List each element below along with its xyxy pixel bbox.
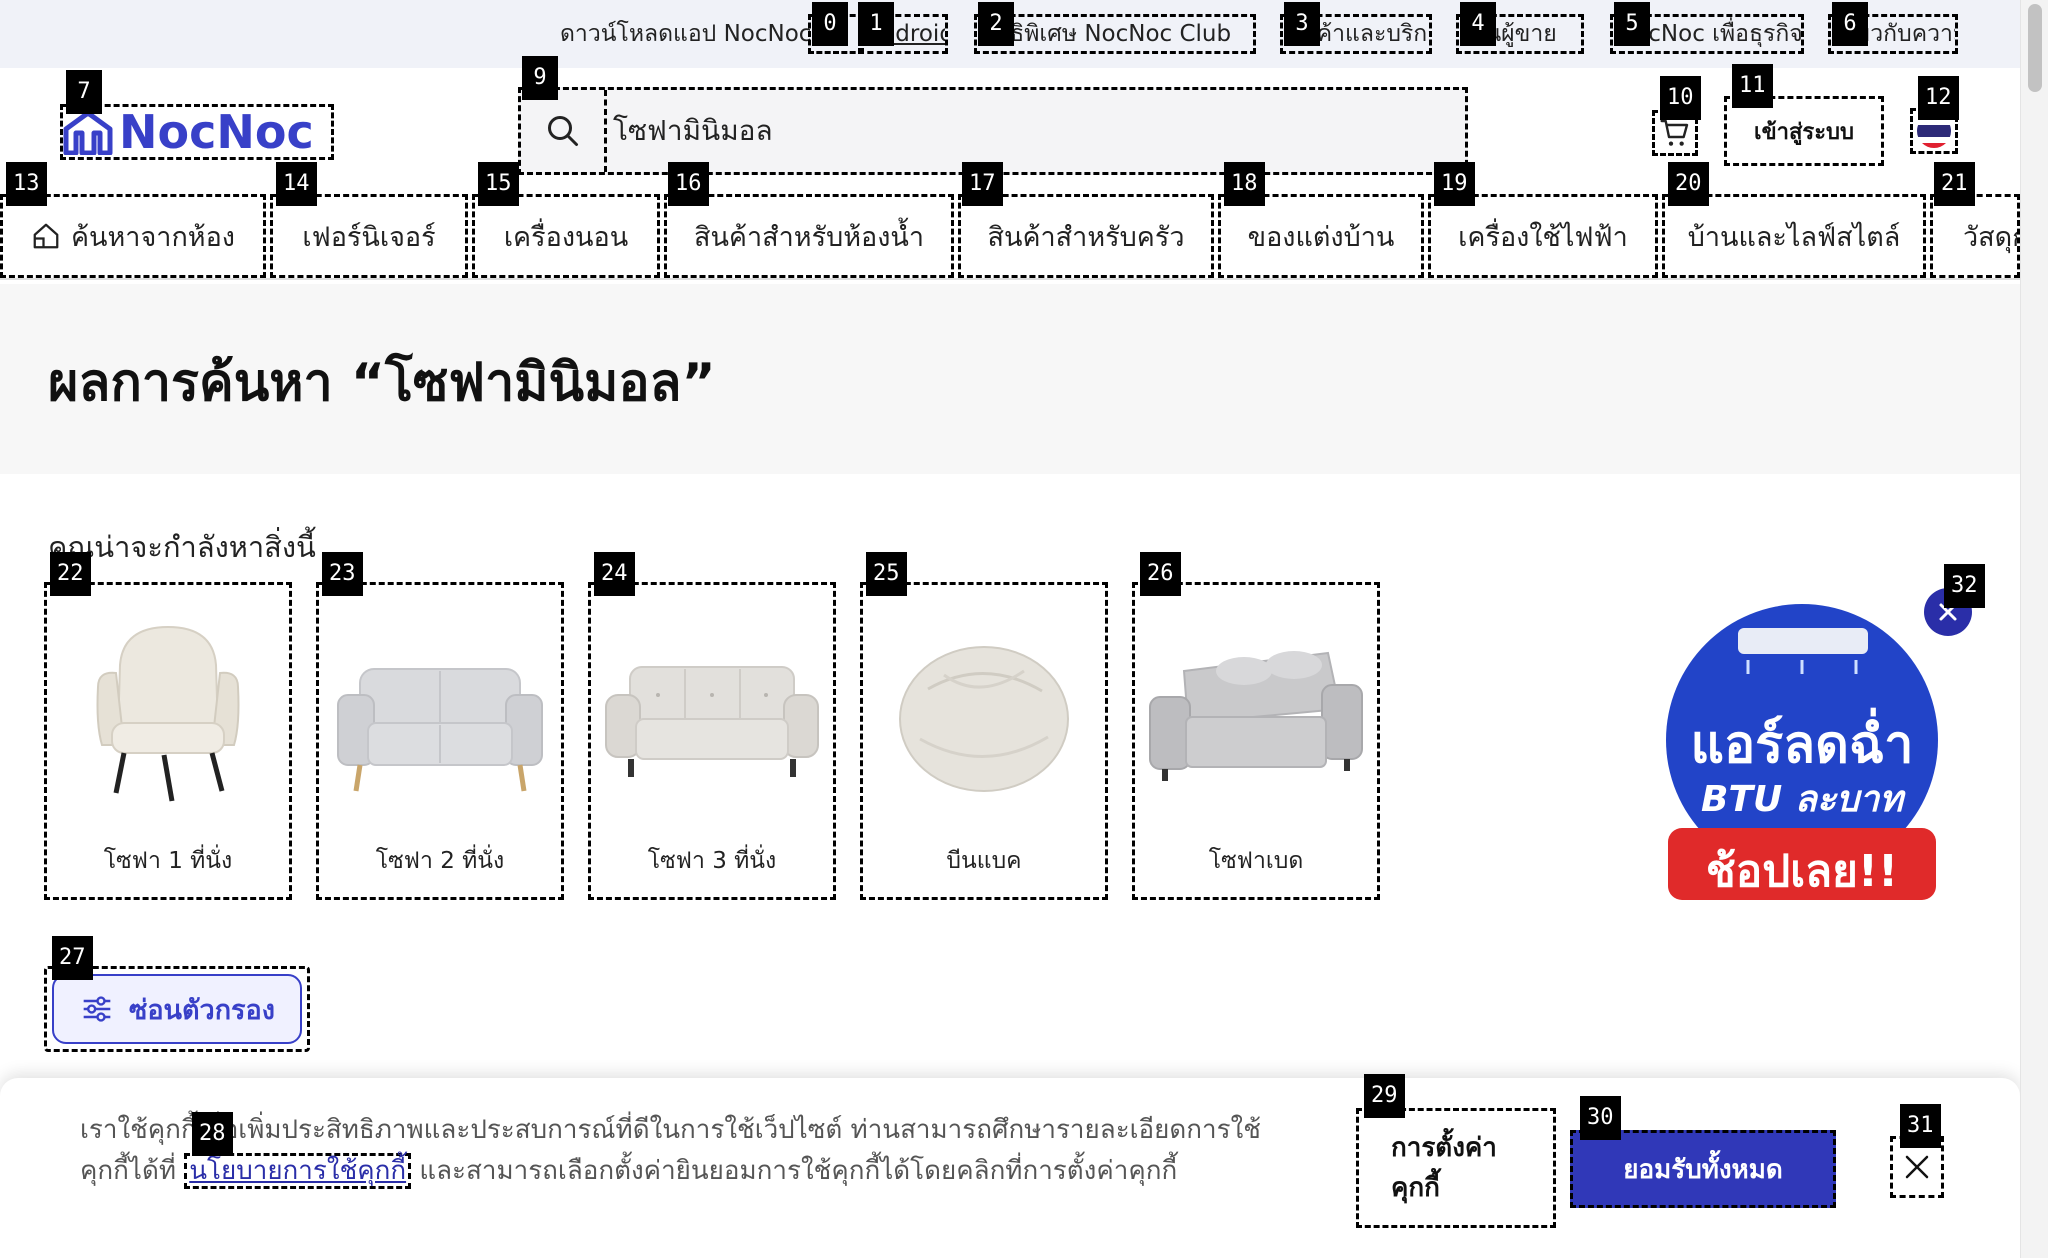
marker: 4	[1460, 2, 1496, 46]
marker: 13	[6, 162, 47, 206]
marker: 11	[1732, 64, 1773, 108]
suggestion-label: โซฟา 3 ที่นั่ง	[591, 825, 833, 897]
marker: 14	[276, 162, 317, 206]
suggestion-card-beanbag[interactable]: บีนแบค	[860, 582, 1108, 900]
category-appliances[interactable]: เครื่องใช้ไฟฟ้า	[1428, 194, 1658, 278]
marker: 32	[1944, 564, 1985, 608]
suggestion-card-sofa-bed[interactable]: โซฟาเบด	[1132, 582, 1380, 900]
category-shop-by-room[interactable]: ค้นหาจากห้อง	[0, 194, 266, 278]
promo-ad-cta: ช้อปเลย!!	[1705, 846, 1899, 897]
cookie-text-after: และสามารถเลือกตั้งค่ายินยอมการใช้คุกกี้ไ…	[411, 1156, 1178, 1186]
page-scrollbar[interactable]	[2020, 0, 2048, 1258]
armchair-image	[47, 585, 289, 825]
marker: 5	[1614, 2, 1650, 46]
cart-icon	[1660, 119, 1689, 146]
category-label: ของแต่งบ้าน	[1247, 221, 1395, 253]
room-house-icon	[33, 223, 59, 249]
category-label: วัสดุก่อสร้าง	[1963, 221, 2017, 253]
suggestion-label: โซฟา 1 ที่นั่ง	[47, 825, 289, 897]
close-icon	[1905, 1155, 1929, 1179]
category-bedding[interactable]: เครื่องนอน	[472, 194, 660, 278]
sofa-bed-image	[1135, 585, 1377, 825]
promo-ad-line2: BTU ละบาท	[1701, 779, 1903, 820]
logo-text: NocNoc	[119, 105, 314, 159]
scrollbar-thumb[interactable]	[2028, 4, 2042, 92]
cookie-message: เราใช้คุกกี้เพื่อเพิ่มประสิทธิภาพและประส…	[80, 1110, 1280, 1192]
category-bathroom[interactable]: สินค้าสำหรับห้องน้ำ	[664, 194, 954, 278]
category-label: บ้านและไลฟ์สไตล์	[1687, 221, 1901, 253]
cookie-policy-link[interactable]: นโยบายการใช้คุกกี้	[184, 1153, 412, 1189]
category-home-lifestyle[interactable]: บ้านและไลฟ์สไตล์	[1662, 194, 1926, 278]
results-title: ผลการค้นหา “โซฟามินิมอล”	[48, 353, 716, 413]
marker: 3	[1284, 2, 1320, 46]
results-header: ผลการค้นหา “โซฟามินิมอล”	[0, 284, 2020, 474]
marker: 22	[50, 552, 91, 596]
marker: 1	[858, 2, 894, 46]
marker: 0	[812, 2, 848, 46]
suggestion-card-2-seat-sofa[interactable]: โซฟา 2 ที่นั่ง	[316, 582, 564, 900]
category-home-decor[interactable]: ของแต่งบ้าน	[1218, 194, 1424, 278]
marker: 16	[668, 162, 709, 206]
marker: 9	[522, 56, 558, 100]
search-icon	[547, 116, 578, 146]
marker: 12	[1918, 76, 1959, 120]
marker: 23	[322, 552, 363, 596]
suggestion-label: บีนแบค	[863, 825, 1105, 897]
category-kitchen[interactable]: สินค้าสำหรับครัว	[958, 194, 1214, 278]
marker: 2	[978, 2, 1014, 46]
suggestion-label: โซฟาเบด	[1135, 825, 1377, 897]
suggestion-card-1-seat-sofa[interactable]: โซฟา 1 ที่นั่ง	[44, 582, 292, 900]
category-label: สินค้าสำหรับห้องน้ำ	[693, 221, 925, 253]
category-label: สินค้าสำหรับครัว	[987, 221, 1185, 253]
category-furniture[interactable]: เฟอร์นิเจอร์	[270, 194, 468, 278]
marker: 25	[866, 552, 907, 596]
category-label: ค้นหาจากห้อง	[70, 221, 235, 253]
three-seat-sofa-image	[591, 585, 833, 825]
logo-house-icon	[63, 110, 113, 155]
marker: 20	[1668, 162, 1709, 206]
marker: 28	[192, 1112, 233, 1156]
download-app-text: ดาวน์โหลดแอป NocNoc	[560, 21, 812, 47]
category-label: เฟอร์นิเจอร์	[302, 221, 436, 253]
marker: 29	[1364, 1074, 1405, 1118]
marker: 24	[594, 552, 635, 596]
cookie-banner: เราใช้คุกกี้เพื่อเพิ่มประสิทธิภาพและประส…	[0, 1078, 2020, 1258]
marker: 6	[1832, 2, 1868, 46]
marker: 31	[1900, 1104, 1941, 1148]
category-label: เครื่องนอน	[503, 221, 629, 253]
filter-label: ซ่อนตัวกรอง	[129, 994, 275, 1026]
cookie-settings-button[interactable]: การตั้งค่าคุกกี้	[1356, 1108, 1556, 1228]
beanbag-image	[863, 585, 1105, 825]
category-label: เครื่องใช้ไฟฟ้า	[1458, 221, 1628, 253]
marker: 30	[1580, 1096, 1621, 1140]
suggestion-card-3-seat-sofa[interactable]: โซฟา 3 ที่นั่ง	[588, 582, 836, 900]
marker: 21	[1934, 162, 1975, 206]
marker: 18	[1224, 162, 1265, 206]
marker: 15	[478, 162, 519, 206]
accept-all-cookies-button[interactable]: ยอมรับทั้งหมด	[1570, 1130, 1836, 1208]
category-building-materials[interactable]: วัสดุก่อสร้าง	[1930, 194, 2020, 278]
category-nav: ค้นหาจากห้อง เฟอร์นิเจอร์ เครื่องนอน สิน…	[0, 194, 2020, 280]
marker: 26	[1140, 552, 1181, 596]
marker: 17	[962, 162, 1003, 206]
marker: 7	[66, 70, 102, 114]
filter-sliders-icon	[83, 996, 111, 1022]
suggestion-label: โซฟา 2 ที่นั่ง	[319, 825, 561, 897]
marker: 19	[1434, 162, 1475, 206]
marker: 10	[1660, 76, 1701, 120]
search-input[interactable]	[591, 90, 1451, 172]
nocnoc-club-link[interactable]: สิทธิพิเศษ NocNoc Club	[974, 14, 1256, 54]
loveseat-image	[319, 585, 561, 825]
marker: 27	[52, 936, 93, 980]
promo-ad[interactable]: แอร์ลดฉ่ำ BTU ละบาท ช้อปเลย!!	[1656, 600, 1948, 930]
